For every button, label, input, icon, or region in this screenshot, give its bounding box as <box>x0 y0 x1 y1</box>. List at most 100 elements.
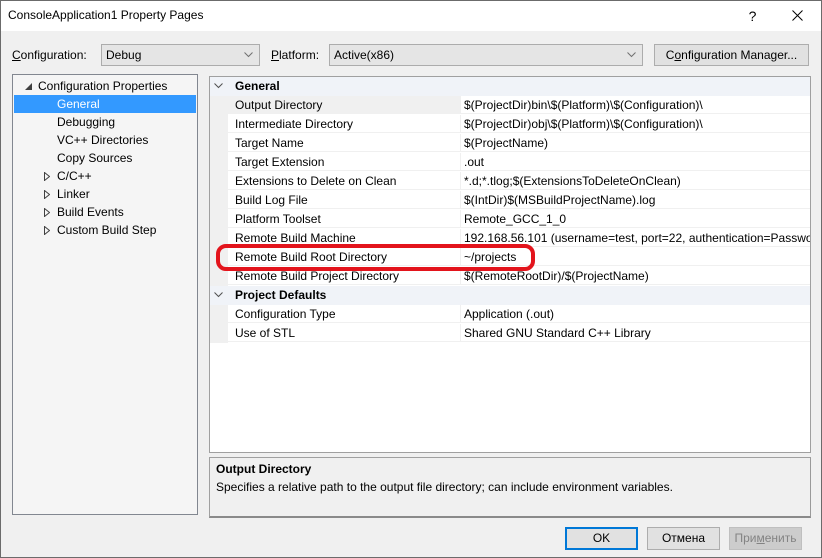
category-project-defaults[interactable]: Project Defaults <box>210 286 810 305</box>
property-name[interactable]: Use of STL <box>228 324 461 342</box>
tree-item-label: Debugging <box>57 115 116 129</box>
help-icon: ? <box>748 7 757 24</box>
property-name[interactable]: Extensions to Delete on Clean <box>228 172 461 190</box>
property-pages-dialog: ConsoleApplication1 Property Pages ? Con… <box>0 0 822 558</box>
property-row-output-directory[interactable]: Output Directory $(ProjectDir)bin\$(Plat… <box>210 96 810 115</box>
grid-margin <box>210 305 228 324</box>
property-row-remote-build-project-directory[interactable]: Remote Build Project Directory $(RemoteR… <box>210 267 810 286</box>
property-value[interactable]: 192.168.56.101 (username=test, port=22, … <box>461 229 810 247</box>
tree-item-general[interactable]: General <box>14 95 196 113</box>
chevron-down-icon <box>244 52 253 58</box>
tree-item-custom-build-step[interactable]: Custom Build Step <box>14 221 196 239</box>
grid-margin <box>210 96 228 115</box>
tree-item-label: Linker <box>57 187 90 201</box>
platform-access-key: P <box>271 48 280 62</box>
cancel-button[interactable]: Отмена <box>647 527 720 550</box>
tree-item-debugging[interactable]: Debugging <box>14 113 196 131</box>
property-name[interactable]: Intermediate Directory <box>228 115 461 133</box>
grid-margin <box>210 248 228 267</box>
property-name[interactable]: Output Directory <box>228 96 461 114</box>
property-grid: General Output Directory $(ProjectDir)bi… <box>209 76 811 453</box>
apply-label-pre: При <box>734 531 757 545</box>
help-button[interactable]: ? <box>730 0 775 31</box>
platform-label-text: latform: <box>279 48 320 62</box>
tree-item-label: C/C++ <box>57 169 92 183</box>
tree-item-build-events[interactable]: Build Events <box>14 203 196 221</box>
property-value[interactable]: Shared GNU Standard C++ Library <box>461 324 810 342</box>
property-row-platform-toolset[interactable]: Platform Toolset Remote_GCC_1_0 <box>210 210 810 229</box>
description-panel: Output Directory Specifies a relative pa… <box>209 457 811 518</box>
tree-item-label: VC++ Directories <box>57 133 149 147</box>
property-value[interactable]: Application (.out) <box>461 305 810 323</box>
configuration-value: Debug <box>106 48 142 62</box>
configuration-label-text: onfiguration: <box>20 48 87 62</box>
property-value[interactable]: $(ProjectDir)obj\$(Platform)\$(Configura… <box>461 115 810 133</box>
window-title: ConsoleApplication1 Property Pages <box>8 8 204 22</box>
property-value[interactable]: $(RemoteRootDir)/$(ProjectName) <box>461 267 810 285</box>
property-value[interactable]: $(IntDir)$(MSBuildProjectName).log <box>461 191 810 209</box>
property-name[interactable]: Remote Build Machine <box>228 229 461 247</box>
ok-label: OK <box>592 531 611 545</box>
close-icon <box>792 10 803 21</box>
property-row-extensions-to-delete[interactable]: Extensions to Delete on Clean *.d;*.tlog… <box>210 172 810 191</box>
tree-item-copy-sources[interactable]: Copy Sources <box>14 149 196 167</box>
property-name[interactable]: Remote Build Root Directory <box>228 248 461 266</box>
cancel-label: Отмена <box>661 531 706 545</box>
tree-item-linker[interactable]: Linker <box>14 185 196 203</box>
description-title: Output Directory <box>216 462 312 476</box>
apply-button[interactable]: Применить <box>729 527 802 550</box>
tree-item-label: Custom Build Step <box>57 223 157 237</box>
property-value[interactable]: $(ProjectName) <box>461 134 810 152</box>
chevron-down-icon[interactable] <box>214 83 223 89</box>
ok-button[interactable]: OK <box>565 527 638 550</box>
property-row-remote-build-machine[interactable]: Remote Build Machine 192.168.56.101 (use… <box>210 229 810 248</box>
property-value[interactable]: $(ProjectDir)bin\$(Platform)\$(Configura… <box>461 96 810 114</box>
grid-margin <box>210 210 228 229</box>
property-row-remote-build-root-directory[interactable]: Remote Build Root Directory ~/projects <box>210 248 810 267</box>
property-row-build-log-file[interactable]: Build Log File $(IntDir)$(MSBuildProject… <box>210 191 810 210</box>
property-row-target-extension[interactable]: Target Extension .out <box>210 153 810 172</box>
property-name[interactable]: Target Extension <box>228 153 461 171</box>
property-name[interactable]: Remote Build Project Directory <box>228 267 461 285</box>
category-label: General <box>235 79 280 93</box>
property-name[interactable]: Target Name <box>228 134 461 152</box>
platform-label: Platform: <box>271 44 319 66</box>
property-name[interactable]: Build Log File <box>228 191 461 209</box>
tree-item-configuration-properties[interactable]: Configuration Properties <box>14 77 196 95</box>
property-value[interactable]: Remote_GCC_1_0 <box>461 210 810 228</box>
expanded-triangle-icon[interactable] <box>25 77 32 95</box>
configuration-manager-button[interactable]: Configuration Manager... <box>654 44 809 66</box>
collapsed-triangle-icon[interactable] <box>44 167 50 185</box>
grid-margin <box>210 229 228 248</box>
category-label: Project Defaults <box>235 288 327 302</box>
property-row-use-of-stl[interactable]: Use of STL Shared GNU Standard C++ Libra… <box>210 324 810 343</box>
tree-item-label: Copy Sources <box>57 151 133 165</box>
property-name[interactable]: Configuration Type <box>228 305 461 323</box>
chevron-down-icon <box>627 52 636 58</box>
property-name[interactable]: Platform Toolset <box>228 210 461 228</box>
grid-margin <box>210 267 228 286</box>
property-row-intermediate-directory[interactable]: Intermediate Directory $(ProjectDir)obj\… <box>210 115 810 134</box>
grid-margin <box>210 115 228 134</box>
property-row-target-name[interactable]: Target Name $(ProjectName) <box>210 134 810 153</box>
tree-item-label: Configuration Properties <box>38 79 168 93</box>
tree-item-label: General <box>57 97 100 111</box>
grid-margin <box>210 172 228 191</box>
configuration-dropdown[interactable]: Debug <box>101 44 260 66</box>
apply-label-rest: енить <box>764 531 797 545</box>
collapsed-triangle-icon[interactable] <box>44 221 50 239</box>
property-value[interactable]: *.d;*.tlog;$(ExtensionsToDeleteOnClean) <box>461 172 810 190</box>
property-value[interactable]: .out <box>461 153 810 171</box>
configuration-access-key: C <box>12 48 21 62</box>
property-value[interactable]: ~/projects <box>461 248 810 266</box>
collapsed-triangle-icon[interactable] <box>44 203 50 221</box>
tree-item-c-cpp[interactable]: C/C++ <box>14 167 196 185</box>
grid-margin <box>210 191 228 210</box>
chevron-down-icon[interactable] <box>214 292 223 298</box>
close-button[interactable] <box>775 0 820 31</box>
collapsed-triangle-icon[interactable] <box>44 185 50 203</box>
property-row-configuration-type[interactable]: Configuration Type Application (.out) <box>210 305 810 324</box>
tree-item-vc-directories[interactable]: VC++ Directories <box>14 131 196 149</box>
category-general[interactable]: General <box>210 77 810 96</box>
platform-dropdown[interactable]: Active(x86) <box>329 44 643 66</box>
